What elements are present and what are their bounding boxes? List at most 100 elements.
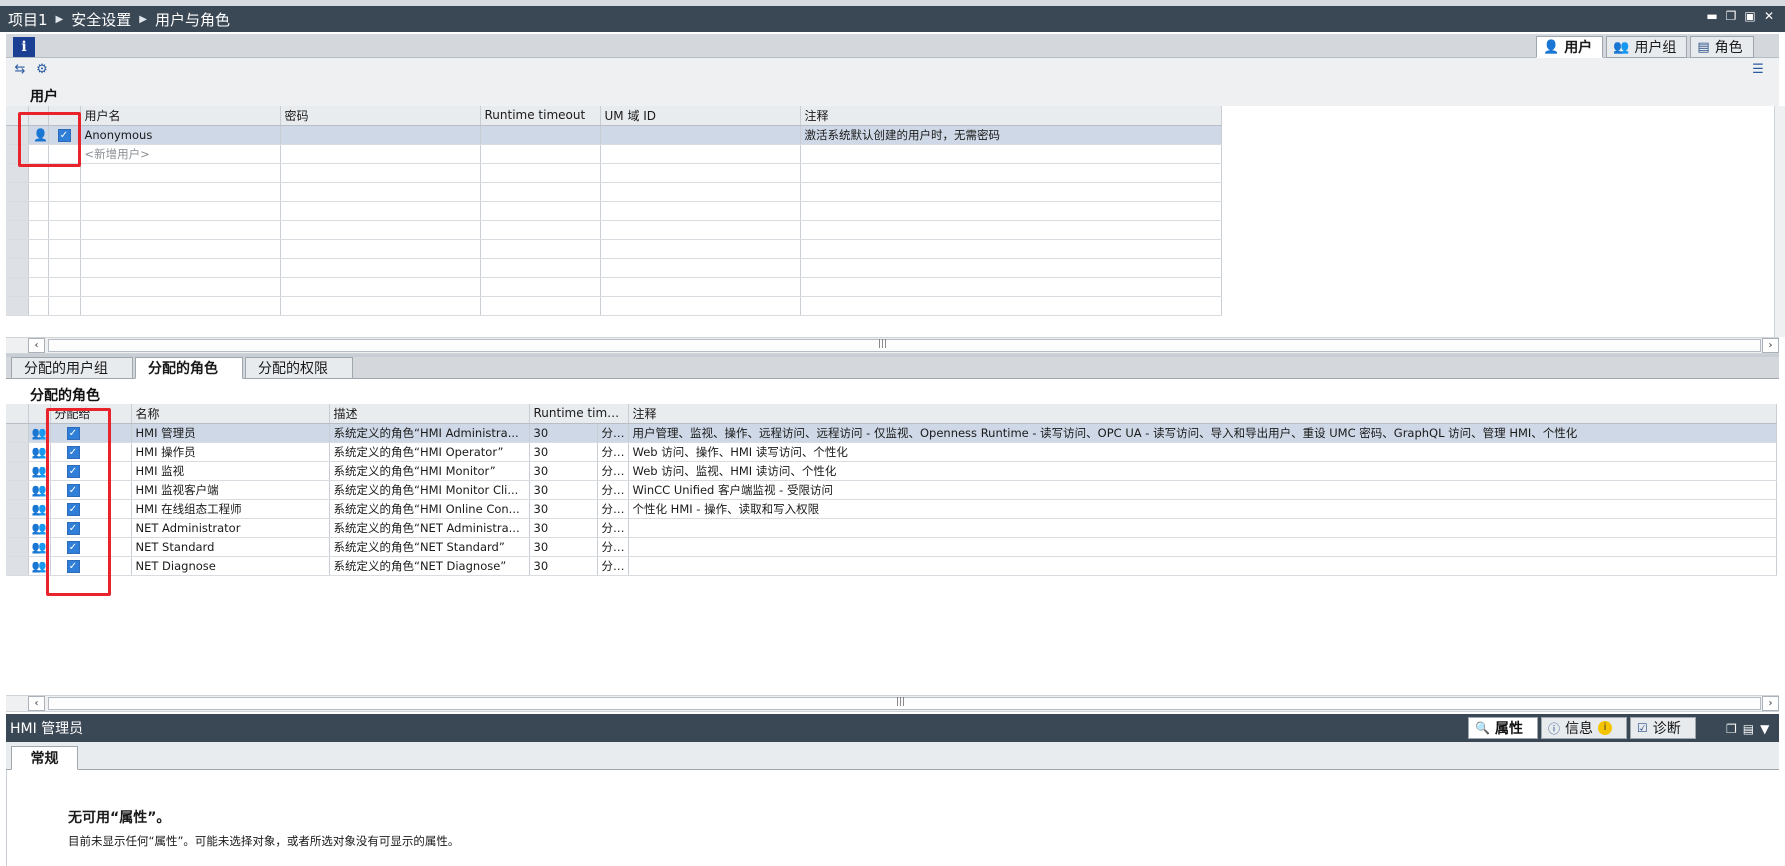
col-password[interactable]: 密码 (280, 106, 481, 126)
refresh-users-icon[interactable]: ⇆ (11, 62, 29, 78)
info-icon[interactable]: i (13, 37, 35, 57)
role-comment-cell[interactable] (628, 556, 1777, 576)
role-unit-cell[interactable]: 分钟 (597, 423, 629, 443)
tab-info[interactable]: ⓘ 信息 i (1540, 717, 1627, 739)
maximize-icon[interactable]: ▣ (1744, 10, 1756, 22)
role-unit-cell[interactable]: 分钟 (597, 480, 629, 500)
float-icon[interactable]: ❐ (1726, 722, 1737, 736)
scroll-left-icon[interactable]: ‹ (28, 338, 45, 353)
role-comment-cell[interactable] (628, 537, 1777, 557)
user-name-cell[interactable]: Anonymous (80, 125, 281, 145)
users-vertical-scrollbar[interactable] (1774, 106, 1785, 337)
role-unit-cell[interactable]: 分钟 (597, 442, 629, 462)
users-horizontal-scrollbar[interactable]: ‹ ||| › (6, 337, 1779, 354)
role-comment-cell[interactable] (628, 518, 1777, 538)
table-row[interactable]: 👥 ✓ HMI 监视客户端 系统定义的角色“HMI Monitor Cli...… (6, 480, 1777, 500)
user-comment-cell[interactable]: 激活系统默认创建的用户时，无需密码 (800, 125, 1222, 145)
new-user-placeholder[interactable]: <新增用户> (80, 144, 281, 164)
role-timeout-cell[interactable]: 30 (529, 499, 598, 519)
role-name-cell[interactable]: HMI 监视客户端 (131, 480, 330, 500)
role-timeout-cell[interactable]: 30 (529, 461, 598, 481)
role-name-cell[interactable]: HMI 监视 (131, 461, 330, 481)
col-role-desc[interactable]: 描述 (329, 404, 530, 424)
breadcrumb-separator-icon: ▶ (55, 13, 64, 25)
role-comment-cell[interactable]: Web 访问、操作、HMI 读写访问、个性化 (628, 442, 1777, 462)
role-desc-cell[interactable]: 系统定义的角色“HMI Monitor Cli... (329, 480, 530, 500)
tab-users[interactable]: 👤 用户 (1536, 36, 1604, 58)
col-username[interactable]: 用户名 (80, 106, 281, 126)
role-timeout-cell[interactable]: 30 (529, 518, 598, 538)
role-unit-cell[interactable]: 分钟 (597, 537, 629, 557)
role-timeout-cell[interactable]: 30 (529, 480, 598, 500)
role-comment-cell[interactable]: WinCC Unified 客户端监视 - 受限访问 (628, 480, 1777, 500)
tab-roles[interactable]: ▤ 角色 (1690, 36, 1754, 58)
role-name-cell[interactable]: HMI 管理员 (131, 423, 330, 443)
col-comment[interactable]: 注释 (800, 106, 1222, 126)
role-desc-cell[interactable]: 系统定义的角色“HMI Monitor” (329, 461, 530, 481)
table-row[interactable]: 👥 ✓ HMI 监视 系统定义的角色“HMI Monitor” 30 分钟 We… (6, 461, 1777, 481)
role-desc-cell[interactable]: 系统定义的角色“NET Diagnose” (329, 556, 530, 576)
table-row[interactable]: 👥 ✓ HMI 操作员 系统定义的角色“HMI Operator” 30 分钟 … (6, 442, 1777, 462)
role-comment-cell[interactable]: Web 访问、监视、HMI 读访问、个性化 (628, 461, 1777, 481)
user-settings-icon[interactable]: ⚙ (33, 62, 51, 78)
tab-assigned-roles[interactable]: 分配的角色 (135, 357, 243, 379)
user-timeout-cell[interactable] (480, 125, 601, 145)
scroll-right-icon[interactable]: › (1762, 696, 1779, 711)
breadcrumb-users-roles[interactable]: 用户与角色 (155, 9, 230, 30)
table-row[interactable]: 👥 ✓ HMI 在线组态工程师 系统定义的角色“HMI Online Con..… (6, 499, 1777, 519)
role-name-cell[interactable]: HMI 在线组态工程师 (131, 499, 330, 519)
tab-properties-label: 属性 (1494, 721, 1523, 737)
scroll-right-icon[interactable]: › (1762, 338, 1779, 353)
role-comment-cell[interactable]: 个性化 HMI - 操作、读取和写入权限 (628, 499, 1777, 519)
role-timeout-cell[interactable]: 30 (529, 556, 598, 576)
role-timeout-cell[interactable]: 30 (529, 423, 598, 443)
table-row[interactable]: 👥 ✓ NET Diagnose 系统定义的角色“NET Diagnose” 3… (6, 556, 1777, 576)
user-domain-cell[interactable] (600, 125, 801, 145)
role-desc-cell[interactable]: 系统定义的角色“NET Administra... (329, 518, 530, 538)
maximize-icon[interactable]: ▤ (1743, 722, 1754, 736)
role-unit-cell[interactable]: 分钟 (597, 518, 629, 538)
tab-assigned-groups[interactable]: 分配的用户组 (11, 357, 133, 379)
tab-user-groups[interactable]: 👥 用户组 (1606, 36, 1688, 58)
role-name-cell[interactable]: NET Administrator (131, 518, 330, 538)
user-password-cell[interactable] (280, 125, 481, 145)
minimize-icon[interactable]: ▬ (1706, 10, 1718, 22)
col-role-comment[interactable]: 注释 (628, 404, 1777, 424)
float-icon[interactable]: ❐ (1725, 10, 1737, 22)
role-name-cell[interactable]: NET Standard (131, 537, 330, 557)
collapse-icon[interactable]: ▼ (1760, 722, 1769, 736)
column-settings-icon[interactable]: ☰ (1749, 62, 1767, 78)
role-timeout-cell[interactable]: 30 (529, 442, 598, 462)
close-icon[interactable]: ✕ (1763, 10, 1775, 22)
table-row[interactable]: 👥 ✓ HMI 管理员 系统定义的角色“HMI Administra... 30… (6, 423, 1777, 443)
scroll-left-icon[interactable]: ‹ (28, 696, 45, 711)
roles-horizontal-scrollbar[interactable]: ‹ ||| › (6, 695, 1779, 712)
tab-general[interactable]: 常规 (11, 746, 78, 770)
roles-header-row: 分配给 名称 描述 Runtime timeout 注释 (6, 404, 1777, 424)
role-unit-cell[interactable]: 分钟 (597, 461, 629, 481)
new-user-row[interactable]: <新增用户> (6, 144, 1222, 164)
col-runtime-timeout[interactable]: Runtime timeout (480, 106, 601, 126)
tab-assigned-permissions[interactable]: 分配的权限 (245, 357, 353, 379)
breadcrumb-security[interactable]: 安全设置 (71, 9, 131, 30)
role-name-cell[interactable]: NET Diagnose (131, 556, 330, 576)
role-desc-cell[interactable]: 系统定义的角色“HMI Administra... (329, 423, 530, 443)
tab-properties[interactable]: 🔍 属性 (1468, 717, 1538, 739)
scroll-thumb[interactable] (48, 339, 1761, 352)
role-name-cell[interactable]: HMI 操作员 (131, 442, 330, 462)
role-desc-cell[interactable]: 系统定义的角色“HMI Operator” (329, 442, 530, 462)
breadcrumb-project[interactable]: 项目1 (8, 9, 48, 30)
col-um-domain-id[interactable]: UM 域 ID (600, 106, 801, 126)
role-timeout-cell[interactable]: 30 (529, 537, 598, 557)
table-row[interactable]: 👥 ✓ NET Administrator 系统定义的角色“NET Admini… (6, 518, 1777, 538)
role-desc-cell[interactable]: 系统定义的角色“NET Standard” (329, 537, 530, 557)
role-desc-cell[interactable]: 系统定义的角色“HMI Online Con... (329, 499, 530, 519)
tab-diagnostics[interactable]: ☑ 诊断 (1629, 717, 1696, 739)
table-row[interactable]: 👥 ✓ NET Standard 系统定义的角色“NET Standard” 3… (6, 537, 1777, 557)
col-role-name[interactable]: 名称 (131, 404, 330, 424)
role-unit-cell[interactable]: 分钟 (597, 499, 629, 519)
role-comment-cell[interactable]: 用户管理、监视、操作、远程访问、远程访问 - 仅监视、Openness Runt… (628, 423, 1777, 443)
col-role-timeout[interactable]: Runtime timeout (529, 404, 629, 424)
role-unit-cell[interactable]: 分钟 (597, 556, 629, 576)
table-row[interactable]: 👤 ✓ Anonymous 激活系统默认创建的用户时，无需密码 (6, 125, 1222, 145)
